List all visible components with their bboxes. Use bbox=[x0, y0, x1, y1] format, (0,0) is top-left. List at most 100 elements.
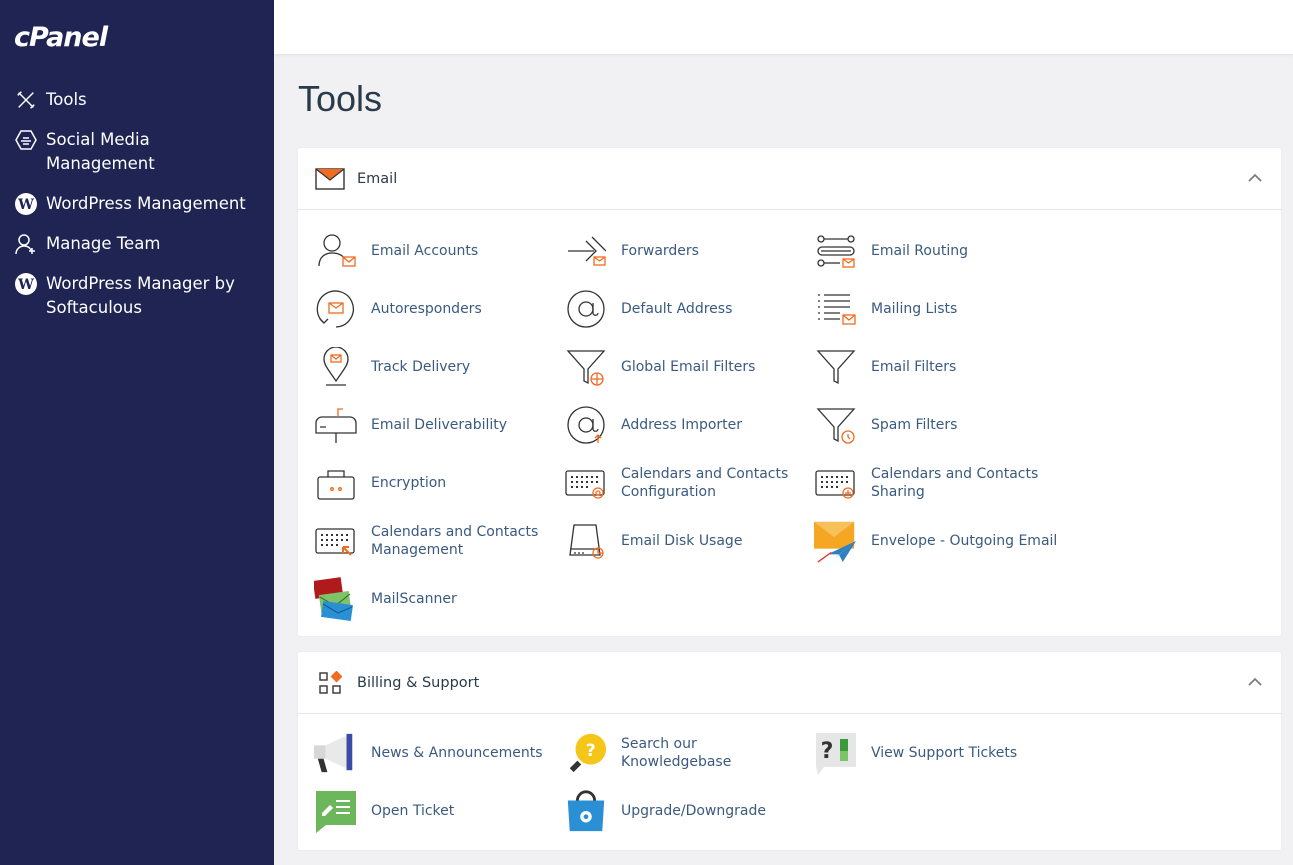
open-ticket-icon bbox=[314, 789, 358, 833]
filter-icon bbox=[814, 345, 858, 389]
tool-view-support-tickets[interactable]: ? View Support Tickets bbox=[814, 730, 1059, 776]
global-filter-icon bbox=[564, 345, 608, 389]
cpanel-logo[interactable]: cPanel bbox=[14, 22, 108, 53]
tool-label: Search our Knowledgebase bbox=[621, 736, 732, 770]
svg-text:?: ? bbox=[821, 739, 834, 764]
tool-default-address[interactable]: Default Address bbox=[564, 286, 809, 332]
tool-label: Mailing Lists bbox=[871, 301, 958, 317]
tool-label: News & Announcements bbox=[371, 745, 543, 761]
shopping-bag-icon bbox=[564, 789, 608, 833]
chevron-up-icon[interactable] bbox=[1245, 168, 1265, 188]
tool-encryption[interactable]: Encryption bbox=[314, 460, 559, 506]
sidebar-item-wordpress-softaculous[interactable]: W WordPress Manager by Softaculous bbox=[0, 272, 274, 320]
wordpress-icon: W bbox=[14, 192, 38, 216]
email-routing-icon bbox=[814, 229, 858, 273]
tool-search-knowledgebase[interactable]: ? Search our Knowledgebase bbox=[564, 730, 809, 776]
tool-label: Upgrade/Downgrade bbox=[621, 803, 766, 819]
tool-email-routing[interactable]: Email Routing bbox=[814, 228, 1059, 274]
tool-label: Encryption bbox=[371, 475, 447, 491]
tool-label: Calendars and Contacts Management bbox=[371, 524, 539, 558]
tool-label: Email Deliverability bbox=[371, 417, 508, 433]
tool-email-disk-usage[interactable]: Email Disk Usage bbox=[564, 518, 809, 564]
tool-label: Calendars and Contacts Sharing bbox=[871, 466, 1039, 500]
tool-label: Spam Filters bbox=[871, 417, 958, 433]
at-sign-icon bbox=[564, 287, 608, 331]
tool-mailing-lists[interactable]: Mailing Lists bbox=[814, 286, 1059, 332]
tool-label: Track Delivery bbox=[371, 359, 471, 375]
tool-label: Open Ticket bbox=[371, 803, 455, 819]
megaphone-icon bbox=[314, 731, 358, 775]
sidebar-item-label: WordPress Management bbox=[46, 194, 246, 213]
tool-envelope-outgoing-email[interactable]: Envelope - Outgoing Email bbox=[814, 518, 1059, 564]
tool-mailscanner[interactable]: MailScanner bbox=[314, 576, 559, 622]
tool-calendars-contacts-management[interactable]: Calendars and Contacts Management bbox=[314, 518, 559, 564]
sidebar-item-tools[interactable]: Tools bbox=[0, 88, 274, 112]
tool-label: MailScanner bbox=[371, 591, 457, 607]
encryption-icon bbox=[314, 461, 358, 505]
social-media-icon bbox=[14, 128, 38, 152]
tool-news-announcements[interactable]: News & Announcements bbox=[314, 730, 559, 776]
tool-upgrade-downgrade[interactable]: Upgrade/Downgrade bbox=[564, 788, 809, 834]
tool-spam-filters[interactable]: Spam Filters bbox=[814, 402, 1059, 448]
tool-label: Forwarders bbox=[621, 243, 699, 259]
sidebar-item-label: WordPress Manager by Softaculous bbox=[46, 274, 235, 317]
calendar-sharing-icon bbox=[814, 461, 858, 505]
sidebar-item-label: Tools bbox=[46, 90, 87, 109]
calendar-config-icon bbox=[564, 461, 608, 505]
sidebar-item-label: Social Media Management bbox=[46, 130, 155, 173]
disk-usage-icon bbox=[564, 519, 608, 563]
sidebar-item-label: Manage Team bbox=[46, 234, 161, 253]
tool-global-email-filters[interactable]: Global Email Filters bbox=[564, 344, 809, 390]
tool-email-deliverability[interactable]: Email Deliverability bbox=[314, 402, 559, 448]
mailbox-icon bbox=[314, 403, 358, 447]
track-delivery-icon bbox=[314, 345, 358, 389]
svg-text:?: ? bbox=[586, 741, 596, 761]
tools-icon bbox=[14, 88, 38, 112]
section-title: Email bbox=[357, 170, 398, 187]
section-title: Billing & Support bbox=[357, 674, 480, 691]
tool-autoresponders[interactable]: Autoresponders bbox=[314, 286, 559, 332]
sidebar-item-wordpress-management[interactable]: W WordPress Management bbox=[0, 192, 274, 216]
email-section: Email Email Accounts Forwarders Email Ro… bbox=[298, 148, 1281, 636]
email-section-header[interactable]: Email bbox=[298, 148, 1281, 210]
mailscanner-icon bbox=[314, 577, 358, 621]
support-tickets-icon: ? bbox=[814, 731, 858, 775]
tool-label: Autoresponders bbox=[371, 301, 482, 317]
tool-label: Address Importer bbox=[621, 417, 743, 433]
chevron-up-icon[interactable] bbox=[1245, 672, 1265, 692]
outgoing-envelope-icon bbox=[814, 519, 858, 563]
sidebar-nav: Tools Social Media Management W WordPres… bbox=[0, 88, 274, 336]
page-title: Tools bbox=[298, 78, 383, 119]
tool-label: Email Filters bbox=[871, 359, 957, 375]
sidebar-item-manage-team[interactable]: Manage Team bbox=[0, 232, 274, 256]
tool-open-ticket[interactable]: Open Ticket bbox=[314, 788, 559, 834]
email-accounts-icon bbox=[314, 229, 358, 273]
tool-label: Default Address bbox=[621, 301, 733, 317]
billing-section-header[interactable]: Billing & Support bbox=[298, 652, 1281, 714]
tool-forwarders[interactable]: Forwarders bbox=[564, 228, 809, 274]
billing-section: Billing & Support News & Announcements ?… bbox=[298, 652, 1281, 850]
forwarders-icon bbox=[564, 229, 608, 273]
tool-email-filters[interactable]: Email Filters bbox=[814, 344, 1059, 390]
apps-grid-icon bbox=[314, 667, 346, 699]
svg-text:W: W bbox=[17, 277, 34, 293]
knowledgebase-bulb-icon: ? bbox=[564, 731, 608, 775]
svg-text:W: W bbox=[17, 197, 34, 213]
tool-label: Global Email Filters bbox=[621, 359, 756, 375]
manage-team-icon bbox=[14, 232, 38, 256]
top-bar bbox=[274, 0, 1293, 54]
address-importer-icon bbox=[564, 403, 608, 447]
sidebar-item-social-media[interactable]: Social Media Management bbox=[0, 128, 274, 176]
tool-track-delivery[interactable]: Track Delivery bbox=[314, 344, 559, 390]
autoresponders-icon bbox=[314, 287, 358, 331]
tool-calendars-contacts-config[interactable]: Calendars and Contacts Configuration bbox=[564, 460, 809, 506]
envelope-icon bbox=[314, 163, 346, 195]
wordpress-icon: W bbox=[14, 272, 38, 296]
tool-label: Calendars and Contacts Configuration bbox=[621, 466, 789, 500]
tool-address-importer[interactable]: Address Importer bbox=[564, 402, 809, 448]
tool-calendars-contacts-sharing[interactable]: Calendars and Contacts Sharing bbox=[814, 460, 1059, 506]
tool-email-accounts[interactable]: Email Accounts bbox=[314, 228, 559, 274]
tool-label: Email Routing bbox=[871, 243, 968, 259]
tool-label: Envelope - Outgoing Email bbox=[871, 533, 1058, 549]
tool-label: Email Disk Usage bbox=[621, 533, 743, 549]
